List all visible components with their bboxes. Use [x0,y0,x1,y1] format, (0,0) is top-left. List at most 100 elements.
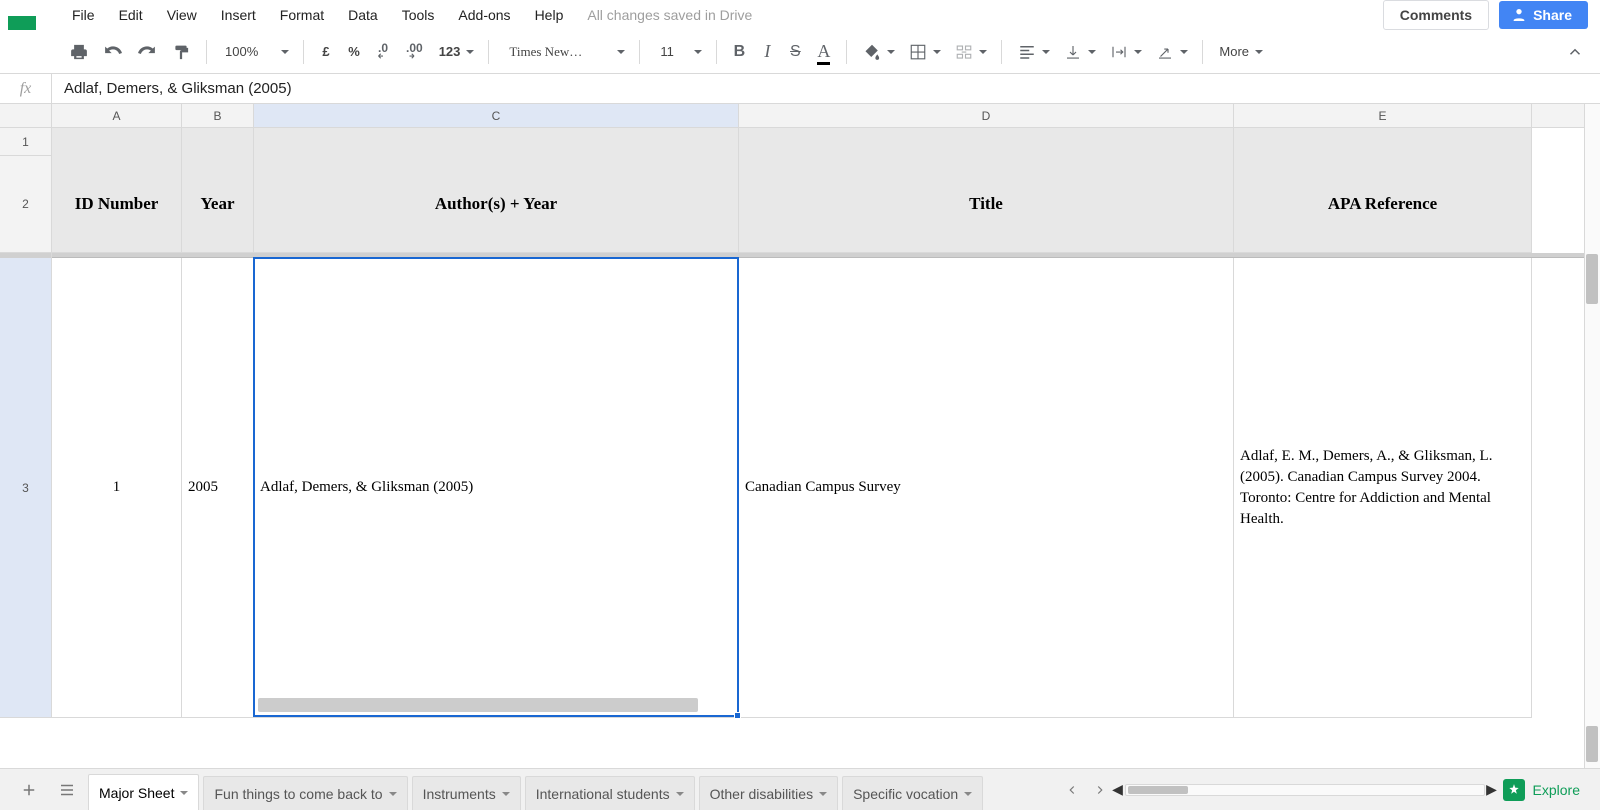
hscroll-thumb[interactable] [1128,786,1188,794]
menu-bar: FileEditViewInsertFormatDataToolsAdd-ons… [0,0,1600,30]
column-header-A[interactable]: A [52,104,182,127]
menu-edit[interactable]: Edit [107,1,155,29]
collapse-toolbar-button[interactable] [1560,38,1590,66]
menu-format[interactable]: Format [268,1,336,29]
percent-button[interactable]: % [342,38,366,66]
column-header-C[interactable]: C [254,104,739,127]
caret-left-icon [1065,783,1079,797]
hscroll-right[interactable]: ▶ [1486,785,1498,795]
cell-D3[interactable]: Canadian Campus Survey [739,258,1234,718]
plus-icon [20,781,38,799]
column-header-E[interactable]: E [1234,104,1532,127]
cell-C2[interactable]: Author(s) + Year [254,156,739,253]
menu-insert[interactable]: Insert [209,1,268,29]
column-header-D[interactable]: D [739,104,1234,127]
row-header-1[interactable]: 1 [0,128,52,156]
sheet-tab-fun-things-to-come-back-to[interactable]: Fun things to come back to [203,776,407,810]
spreadsheet-grid[interactable]: A B C D E 1 2 ID Number Year Author(s) +… [0,104,1600,768]
menu-add-ons[interactable]: Add-ons [446,1,522,29]
cell-E3[interactable]: Adlaf, E. M., Demers, A., & Gliksman, L.… [1234,258,1532,718]
app-logo [0,0,52,30]
chevron-down-icon [676,792,684,800]
italic-button[interactable]: I [755,38,779,66]
comments-button[interactable]: Comments [1383,0,1489,30]
redo-button[interactable] [132,38,162,66]
sheet-tab-specific-vocation[interactable]: Specific vocation [842,776,983,810]
arrow-right-icon [407,53,421,59]
font-family-dropdown[interactable]: Times New… [499,38,629,66]
hscroll-left[interactable]: ◀ [1112,785,1124,795]
paint-bucket-icon [863,43,881,61]
currency-button[interactable]: £ [314,38,338,66]
cell-E2[interactable]: APA Reference [1234,156,1532,253]
cell-A2[interactable]: ID Number [52,156,182,253]
add-sheet-button[interactable] [14,776,44,804]
text-wrap-dropdown[interactable] [1104,38,1146,66]
cell-D1[interactable] [739,128,1234,156]
zoom-dropdown[interactable]: 100% [217,38,293,66]
cell-A1[interactable] [52,128,182,156]
vscroll-thumb[interactable] [1586,254,1598,304]
explore-button[interactable]: Explore [1491,769,1600,810]
vscroll-thumb-lower[interactable] [1586,726,1598,762]
select-all-corner[interactable] [0,104,52,127]
sheet-tab-international-students[interactable]: International students [525,776,695,810]
column-header-B[interactable]: B [182,104,254,127]
cell-B3[interactable]: 2005 [182,258,254,718]
wrap-icon [1110,43,1128,61]
sheet-tab-other-disabilities[interactable]: Other disabilities [699,776,839,810]
menu-tools[interactable]: Tools [390,1,447,29]
sheet-tab-instruments[interactable]: Instruments [412,776,521,810]
horizontal-scrollbar[interactable]: ◀ ▶ [1125,784,1485,796]
decrease-decimal-button[interactable]: .0 [370,38,396,66]
fx-label: fx [0,74,52,103]
menu-data[interactable]: Data [336,1,390,29]
row-header-2[interactable]: 2 [0,156,52,253]
formula-bar: fx Adlaf, Demers, & Gliksman (2005) [0,74,1600,104]
cell-C1[interactable] [254,128,739,156]
formula-input[interactable]: Adlaf, Demers, & Gliksman (2005) [52,74,1600,103]
menu-help[interactable]: Help [523,1,576,29]
cell-B1[interactable] [182,128,254,156]
text-color-button[interactable]: A [811,38,836,66]
number-format-dropdown[interactable]: 123 [433,38,479,66]
save-status: All changes saved in Drive [575,1,764,29]
paint-format-button[interactable] [166,38,196,66]
cell-E1[interactable] [1234,128,1532,156]
cell-C3[interactable]: Adlaf, Demers, & Gliksman (2005) [254,258,739,718]
undo-icon [104,43,122,61]
increase-decimal-button[interactable]: .00 [400,38,429,66]
chevron-down-icon [964,792,972,800]
text-rotation-dropdown[interactable] [1150,38,1192,66]
valign-bottom-icon [1064,43,1082,61]
undo-button[interactable] [98,38,128,66]
fill-color-dropdown[interactable] [857,38,899,66]
menu-file[interactable]: File [60,1,107,29]
bold-button[interactable]: B [727,38,751,66]
more-dropdown[interactable]: More [1213,38,1267,66]
sheet-tab-bar: Major Sheet Fun things to come back toIns… [0,768,1600,810]
sheet-tab-label: International students [536,786,670,802]
sheet-tab-major-sheet[interactable]: Major Sheet [88,774,199,810]
cell-D2[interactable]: Title [739,156,1234,253]
row-header-3[interactable]: 3 [0,258,52,718]
horizontal-align-dropdown[interactable] [1012,38,1054,66]
vertical-scrollbar[interactable] [1584,104,1600,768]
cell-B2[interactable]: Year [182,156,254,253]
merge-cells-dropdown[interactable] [949,38,991,66]
share-button[interactable]: Share [1499,1,1588,29]
tab-scroll-right[interactable] [1087,776,1113,804]
cell-inner-hscroll[interactable] [258,698,698,712]
menu-view[interactable]: View [155,1,209,29]
sheet-tab-label: Major Sheet [99,785,174,801]
tab-scroll-left[interactable] [1059,776,1085,804]
strikethrough-button[interactable]: S [783,38,807,66]
all-sheets-button[interactable] [52,776,82,804]
print-button[interactable] [64,38,94,66]
explore-label: Explore [1533,782,1580,798]
font-size-dropdown[interactable]: 11 [650,38,706,66]
paint-roller-icon [172,43,190,61]
vertical-align-dropdown[interactable] [1058,38,1100,66]
borders-dropdown[interactable] [903,38,945,66]
cell-A3[interactable]: 1 [52,258,182,718]
